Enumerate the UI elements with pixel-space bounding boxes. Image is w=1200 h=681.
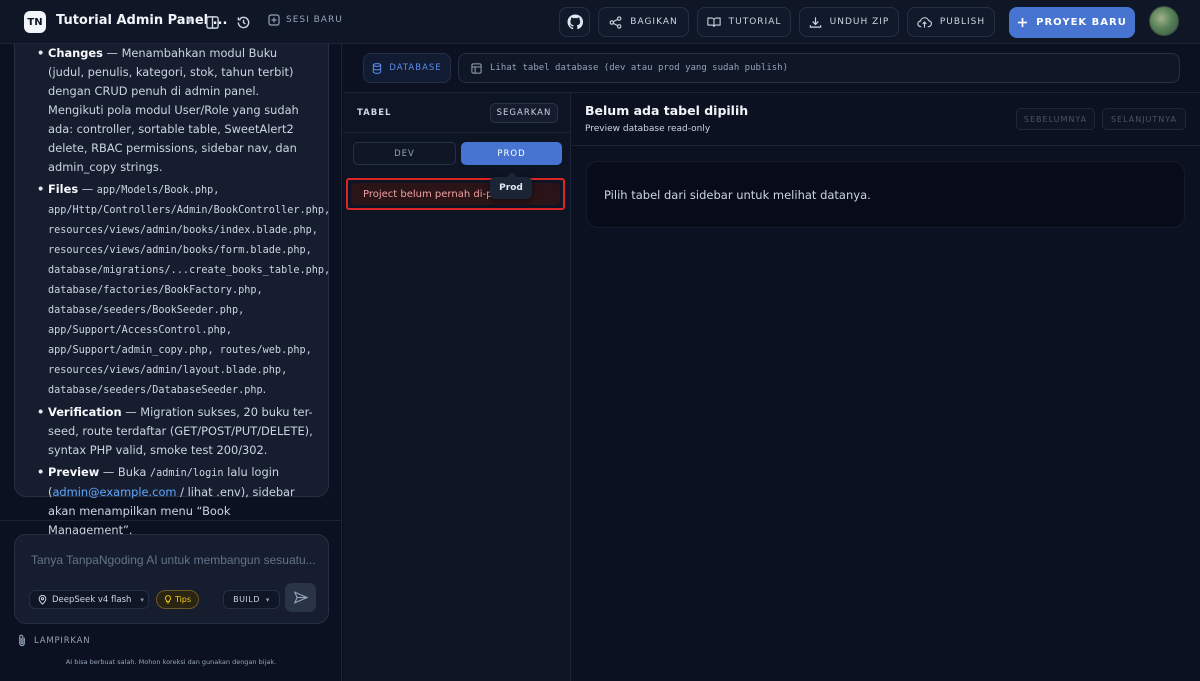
chevron-down-icon: ▾ [265, 595, 270, 604]
publish-label: PUBLISH [939, 17, 986, 27]
bullet-separator: — [121, 405, 141, 419]
bullet-label: Preview [48, 465, 100, 479]
attach-label: LAMPIRKAN [34, 635, 91, 646]
new-session-label: SESI BARU [286, 15, 343, 25]
list-item: Files — app/Models/Book.php, app/Http/Co… [37, 180, 330, 400]
share-label: BAGIKAN [630, 17, 678, 27]
chat-panel: Changes — Menambahkan modul Buku (judul,… [0, 44, 342, 681]
assistant-message: Changes — Menambahkan modul Buku (judul,… [14, 44, 330, 537]
share-icon [609, 15, 622, 29]
location-pin-icon [38, 594, 47, 605]
send-button[interactable] [285, 583, 316, 612]
chat-composer: DeepSeek v4 flash ▾ Tips BUILD ▾ [14, 534, 329, 624]
message-bullet-list: Changes — Menambahkan modul Buku (judul,… [37, 44, 330, 540]
divider [0, 520, 342, 521]
plus-icon [1018, 17, 1028, 28]
env-prod-button[interactable]: PROD [461, 142, 562, 165]
bullet-text: Buka [117, 465, 150, 479]
new-session-button[interactable]: SESI BARU [268, 14, 343, 26]
attach-button[interactable]: LAMPIRKAN [18, 634, 90, 647]
database-panel: TABEL SEGARKAN DEV PROD Project belum pe… [343, 92, 1200, 681]
disclaimer: AI bisa berbuat salah. Mohon koreksi dan… [65, 658, 277, 666]
cloud-upload-icon [917, 16, 932, 28]
download-zip-label: UNDUH ZIP [829, 17, 890, 27]
plus-square-icon [268, 14, 280, 26]
history-icon[interactable] [233, 12, 253, 32]
prod-tooltip: Prod [490, 172, 532, 199]
share-button[interactable]: BAGIKAN [598, 7, 689, 37]
bullet-separator: — [99, 465, 118, 479]
download-zip-button[interactable]: UNDUH ZIP [799, 7, 899, 37]
empty-state-message: Pilih tabel dari sidebar untuk melihat d… [586, 161, 1185, 228]
not-published-notice: Project belum pernah di-publish [346, 178, 565, 210]
tutorial-button[interactable]: TUTORIAL [697, 7, 791, 37]
database-toolbar: DATABASE Lihat tabel database (dev atau … [343, 44, 1200, 92]
table-view-header: Belum ada tabel dipilih Preview database… [572, 93, 1200, 146]
avatar[interactable] [1149, 6, 1179, 36]
database-info-text: Lihat tabel database (dev atau prod yang… [490, 63, 789, 73]
table-sidebar-header: TABEL SEGARKAN [343, 93, 571, 133]
file-list: app/Models/Book.php, app/Http/Controller… [48, 185, 331, 396]
table-sidebar: TABEL SEGARKAN DEV PROD Project belum pe… [343, 93, 571, 681]
book-open-icon [706, 17, 721, 27]
list-item: Changes — Menambahkan modul Buku (judul,… [37, 44, 314, 177]
model-selector[interactable]: DeepSeek v4 flash ▾ [29, 590, 149, 609]
model-label: DeepSeek v4 flash [52, 594, 132, 605]
paperclip-icon [19, 634, 25, 647]
top-bar: TN Tutorial Admin Panel ... ▾ SESI BARU … [0, 0, 1200, 44]
chat-input[interactable] [31, 553, 316, 573]
list-item: Preview — Buka /admin/login lalu login (… [37, 463, 314, 540]
list-item: Verification — Migration sukses, 20 buku… [37, 403, 314, 460]
database-info-bar: Lihat tabel database (dev atau prod yang… [458, 53, 1180, 83]
previous-page-button[interactable]: SEBELUMNYA [1016, 108, 1095, 130]
bullet-separator: — [102, 46, 122, 60]
new-project-label: PROYEK BARU [1036, 17, 1127, 28]
tips-label: Tips [174, 595, 192, 604]
mode-selector[interactable]: BUILD ▾ [223, 590, 280, 609]
lightbulb-icon [164, 595, 171, 604]
env-dev-button[interactable]: DEV [353, 142, 456, 165]
publish-button[interactable]: PUBLISH [907, 7, 995, 37]
chevron-down-icon: ▾ [140, 595, 144, 604]
app-logo[interactable]: TN [24, 11, 46, 33]
table-sidebar-title: TABEL [357, 108, 392, 118]
refresh-button[interactable]: SEGARKAN [490, 103, 558, 123]
bullet-label: Files [48, 182, 79, 196]
github-button[interactable] [559, 7, 590, 37]
chevron-down-icon[interactable]: ▾ [187, 16, 192, 27]
new-project-button[interactable]: PROYEK BARU [1009, 7, 1135, 38]
bullet-text: Menambahkan modul Buku (judul, penulis, … [48, 46, 299, 174]
page-title: Belum ada tabel dipilih [585, 103, 749, 118]
sidebar-toggle-icon[interactable] [202, 12, 222, 32]
bullet-text-end: . [262, 382, 267, 396]
page-subtitle: Preview database read-only [585, 124, 711, 134]
database-icon [373, 62, 382, 74]
download-icon [809, 16, 821, 28]
table-icon [471, 62, 482, 74]
login-path: /admin/login [149, 468, 224, 479]
email-link[interactable]: admin@example.com [52, 485, 176, 499]
next-page-button[interactable]: SELANJUTNYA [1102, 108, 1186, 130]
bullet-separator: — [78, 182, 97, 196]
tab-database-label: DATABASE [389, 63, 442, 73]
tab-database[interactable]: DATABASE [363, 53, 451, 83]
send-icon [293, 591, 308, 604]
mode-label: BUILD [233, 595, 260, 604]
bullet-label: Changes [48, 46, 103, 60]
bullet-label: Verification [48, 405, 122, 419]
tutorial-label: TUTORIAL [728, 17, 782, 27]
tips-button[interactable]: Tips [156, 590, 199, 609]
github-icon [567, 14, 583, 30]
